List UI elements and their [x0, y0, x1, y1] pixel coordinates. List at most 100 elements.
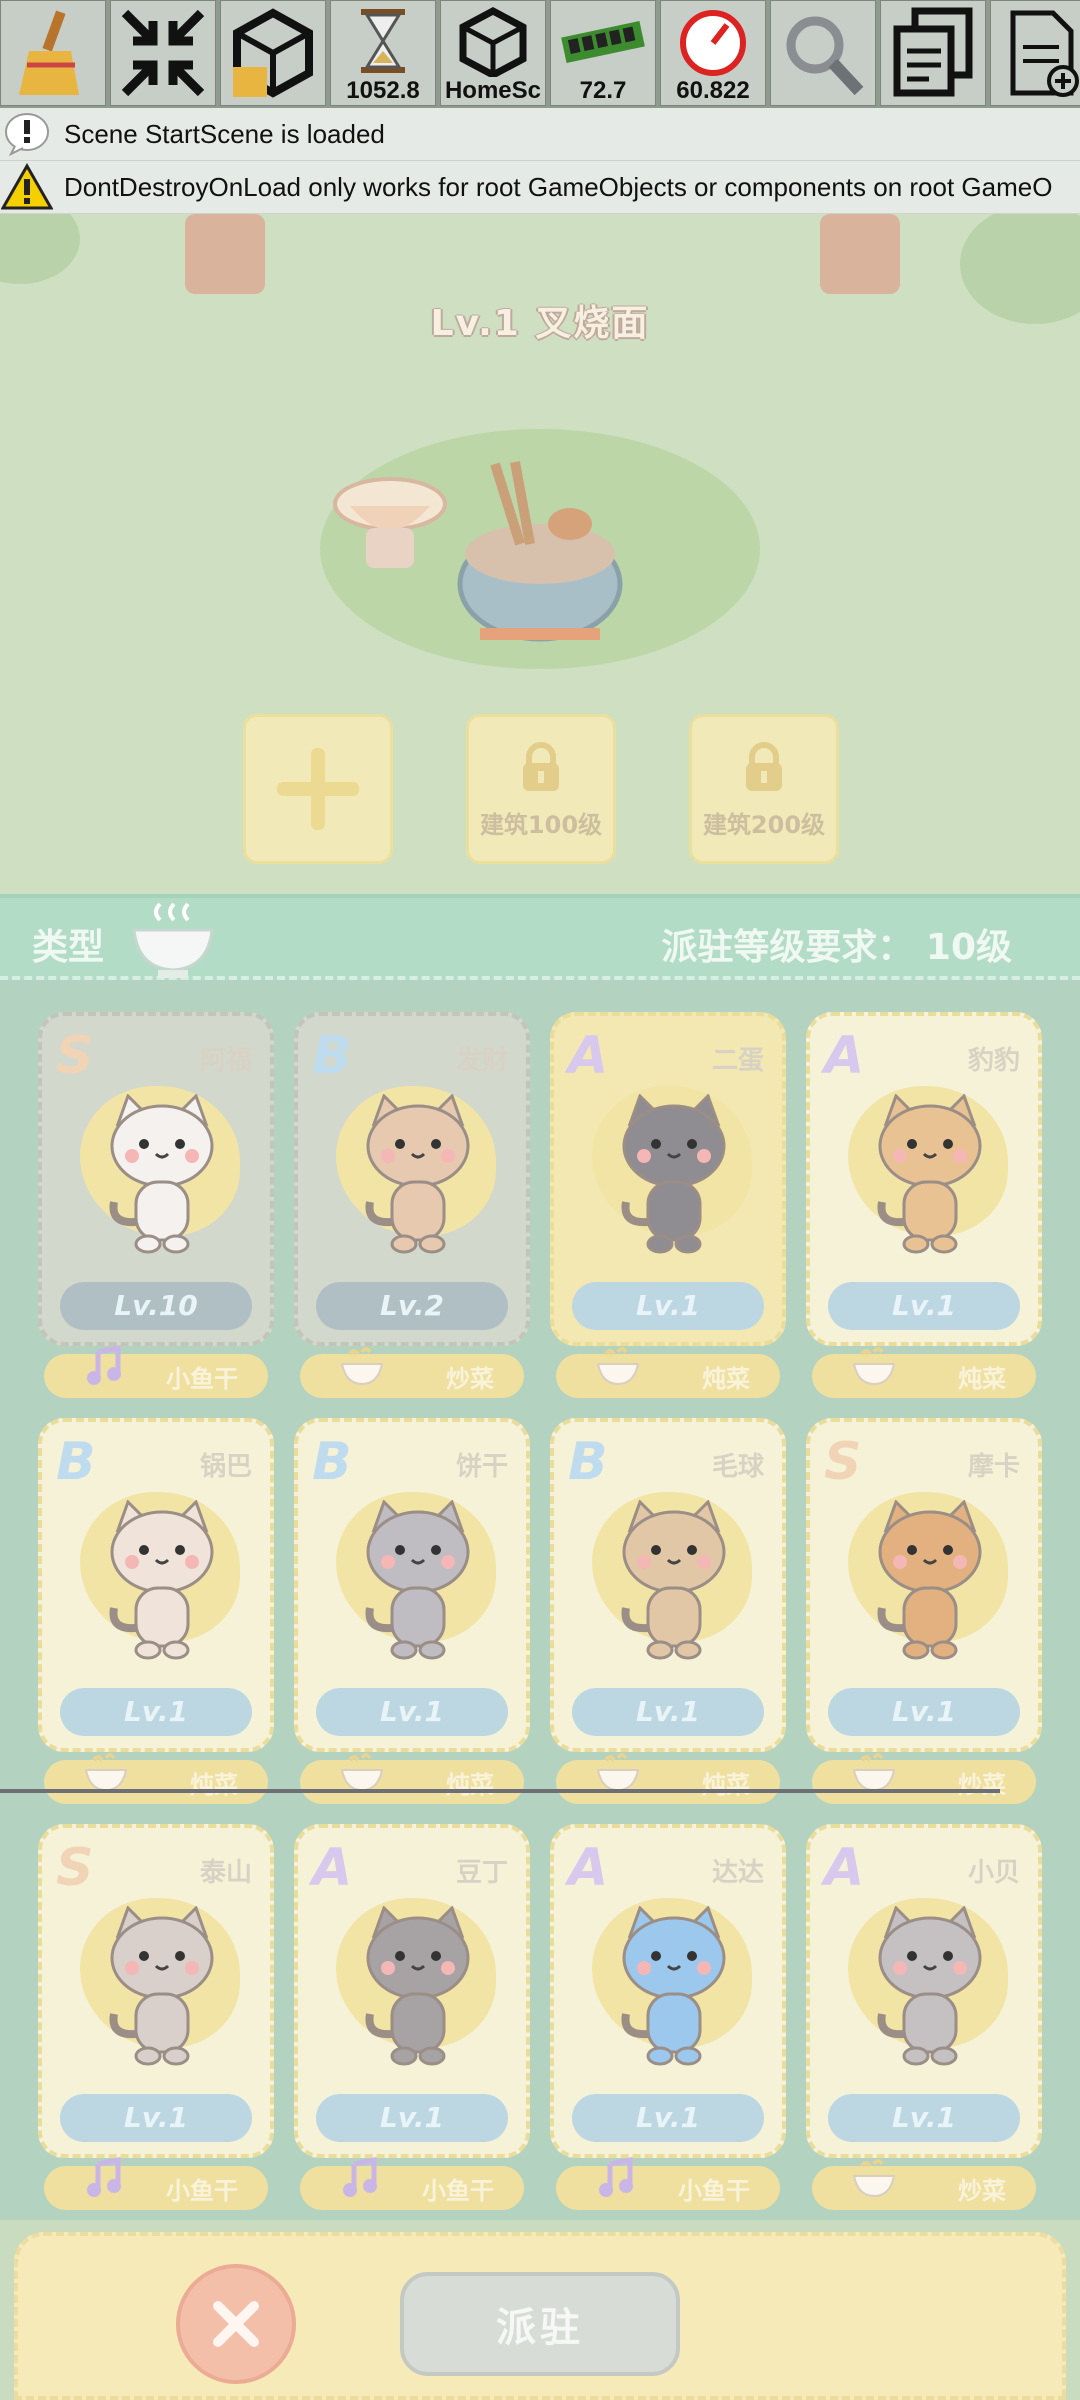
slot-locked-100[interactable]: 建筑100级	[466, 714, 616, 864]
panel-header: 类型 派驻等级要求： 10级	[0, 894, 1080, 980]
building-title: Lv.1 叉烧面	[430, 303, 650, 344]
cat-portrait-icon	[365, 1094, 470, 1254]
cat-portrait-icon	[109, 1906, 214, 2066]
cat-card[interactable]: A 小贝 Lv.1	[806, 1824, 1042, 2158]
cat-name: 摩卡	[967, 1452, 1020, 1482]
broom-clear-icon	[19, 10, 79, 95]
slot-locked-200[interactable]: 建筑200级	[689, 714, 839, 864]
unity-clear-button[interactable]	[220, 0, 326, 106]
dish-bowl-icon	[340, 1347, 384, 1386]
cat-name: 饼干	[455, 1452, 508, 1482]
cat-food-tag: 炖菜	[556, 1753, 780, 1804]
cat-grade: S	[56, 1026, 94, 1086]
cat-grade: B	[312, 1026, 352, 1086]
cat-name: 泰山	[199, 1858, 252, 1888]
cat-level: Lv.1	[572, 1282, 764, 1330]
slot-label: 建筑200级	[702, 810, 826, 839]
cat-card[interactable]: A 豆丁 Lv.1	[294, 1824, 530, 2158]
log-entry-info[interactable]: Scene StartScene is loaded	[0, 108, 1080, 161]
plus-icon	[277, 748, 359, 830]
cat-level: Lv.1	[316, 1688, 508, 1736]
cat-food-label: 小鱼干	[166, 1364, 238, 1393]
hourglass-icon	[361, 9, 405, 73]
cat-food-tag: 炒菜	[812, 2159, 1036, 2210]
cat-food-label: 小鱼干	[678, 2176, 750, 2205]
memory-display[interactable]: 72.7	[550, 0, 656, 106]
cat-card[interactable]: S 摩卡 Lv.1	[806, 1418, 1042, 1752]
cat-grade: B	[56, 1432, 96, 1492]
dish-bowl-icon	[84, 1753, 128, 1792]
cat-card[interactable]: A 豹豹 Lv.1	[806, 1012, 1042, 1346]
debug-toolbar: 1052.8 HomeSc 72.7 60.822	[0, 0, 1080, 108]
dish-bowl-icon	[596, 1753, 640, 1792]
scene-value: HomeSc	[444, 77, 542, 104]
cat-name: 锅巴	[199, 1452, 252, 1482]
cat-food-label: 炒菜	[958, 1770, 1006, 1799]
cat-food-label: 炖菜	[702, 1770, 750, 1799]
cat-card[interactable]: B 毛球 Lv.1	[550, 1418, 786, 1752]
bowl-type-icon[interactable]	[128, 898, 218, 982]
bush	[0, 214, 80, 284]
cat-name: 豹豹	[967, 1046, 1020, 1076]
time-display[interactable]: 1052.8	[330, 0, 436, 106]
slot-add[interactable]	[243, 714, 393, 864]
time-value: 1052.8	[346, 77, 420, 104]
fps-display[interactable]: 60.822	[660, 0, 766, 106]
cat-level: Lv.10	[60, 1282, 252, 1330]
close-icon	[213, 2301, 259, 2347]
magnifier-icon	[786, 16, 864, 96]
cat-food-tag: 炖菜	[44, 1753, 268, 1804]
cat-grade: B	[568, 1432, 608, 1492]
log-entry-warning[interactable]: DontDestroyOnLoad only works for root Ga…	[0, 161, 1080, 214]
cat-card[interactable]: B 锅巴 Lv.1	[38, 1418, 274, 1752]
collapse-button[interactable]	[110, 0, 216, 106]
cat-portrait-icon	[621, 1094, 726, 1254]
copy-button[interactable]	[880, 0, 986, 106]
lock-icon	[746, 741, 782, 791]
cat-level: Lv.1	[828, 1688, 1020, 1736]
cat-name: 二蛋	[711, 1046, 764, 1076]
dish-bowl-icon	[852, 1753, 896, 1792]
cat-grade: S	[56, 1838, 94, 1898]
search-button[interactable]	[770, 0, 876, 106]
close-button[interactable]	[176, 2264, 296, 2384]
cat-card[interactable]: B 发财 Lv.2	[294, 1012, 530, 1346]
cat-card[interactable]: S 泰山 Lv.1	[38, 1824, 274, 2158]
dish-bowl-icon	[852, 2159, 896, 2198]
log-message: DontDestroyOnLoad only works for root Ga…	[64, 171, 1053, 202]
cat-level: Lv.1	[828, 2094, 1020, 2142]
cat-food-tag: 炖菜	[812, 1347, 1036, 1398]
cat-level: Lv.1	[316, 2094, 508, 2142]
slot-label: 建筑100级	[479, 810, 603, 839]
cat-food-label: 炒菜	[446, 1364, 494, 1393]
cat-portrait-icon	[877, 1500, 982, 1660]
grid-scrollbar[interactable]	[0, 1789, 1000, 1793]
cat-food-label: 小鱼干	[422, 2176, 494, 2205]
music-fish-icon	[599, 2156, 633, 2197]
cat-portrait-icon	[109, 1094, 214, 1254]
building-scene: Lv.1 叉烧面 建筑100级 建筑200级	[0, 214, 1080, 894]
cat-card[interactable]: A 达达 Lv.1	[550, 1824, 786, 2158]
cat-food-label: 炖菜	[190, 1770, 238, 1799]
deploy-button[interactable]: 派驻	[400, 2272, 680, 2376]
cat-portrait-icon	[621, 1500, 726, 1660]
cat-level: Lv.1	[572, 1688, 764, 1736]
dish-bowl-icon	[340, 1753, 384, 1792]
cat-name: 豆丁	[455, 1858, 508, 1888]
cat-food-tag: 炒菜	[300, 1347, 524, 1398]
debug-log-list: Scene StartScene is loaded DontDestroyOn…	[0, 108, 1080, 214]
new-doc-button[interactable]	[990, 0, 1080, 106]
cat-card[interactable]: S 阿福 Lv.10	[38, 1012, 274, 1346]
cat-name: 阿福	[199, 1046, 252, 1076]
clear-button[interactable]	[0, 0, 106, 106]
cat-grade: A	[824, 1838, 865, 1898]
cat-food-label: 炖菜	[702, 1364, 750, 1393]
cat-card[interactable]: B 饼干 Lv.1	[294, 1418, 530, 1752]
unity-scene-icon	[459, 7, 527, 77]
music-fish-icon	[87, 1344, 121, 1385]
cat-grade: A	[312, 1838, 353, 1898]
cooking-pot-icon	[333, 461, 623, 642]
scene-display[interactable]: HomeSc	[440, 0, 546, 106]
cat-food-label: 炖菜	[446, 1770, 494, 1799]
cat-card[interactable]: A 二蛋 Lv.1	[550, 1012, 786, 1346]
